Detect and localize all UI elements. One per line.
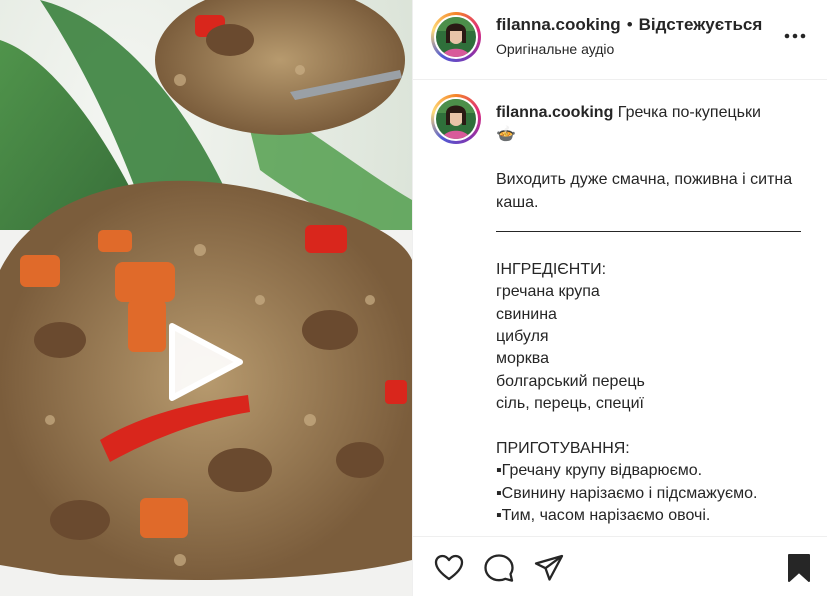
ingredient-item: болгарський перець: [496, 372, 645, 390]
ingredient-item: гречана крупа: [496, 283, 600, 301]
ingredient-item: свинина: [496, 305, 557, 323]
post-panel: filanna.cooking • Відстежується Оригінальн…: [412, 0, 827, 596]
action-bar: [413, 536, 827, 596]
video-frame: [0, 0, 412, 596]
post-video[interactable]: [0, 0, 412, 596]
caption-intro: Виходить дуже смачна, поживна і ситна ка…: [496, 171, 793, 211]
send-icon: [534, 554, 564, 581]
steps-heading: ПРИГОТУВАННЯ:: [496, 439, 630, 457]
ingredient-item: сіль, перець, специї: [496, 395, 644, 413]
more-options-icon: [784, 33, 806, 39]
caption-avatar[interactable]: [431, 94, 481, 144]
caption-text: filanna.cooking Гречка по-купецьки 🍲 Вих…: [496, 102, 801, 528]
following-button[interactable]: Відстежується: [639, 15, 763, 34]
comment-button[interactable]: [483, 552, 515, 584]
header-title-row: filanna.cooking • Відстежується: [496, 15, 762, 35]
comment-icon: [484, 554, 514, 582]
caption-title: Гречка по-купецьки: [617, 104, 761, 121]
play-icon: [169, 323, 243, 401]
caption-username[interactable]: filanna.cooking: [496, 104, 613, 121]
ingredient-item: цибуля: [496, 328, 549, 345]
step-item: ▪Гречану крупу відварюємо.: [496, 462, 703, 480]
header-username[interactable]: filanna.cooking: [496, 15, 621, 34]
caption-divider: ________________________________________…: [496, 216, 801, 234]
ingredients-heading: ІНГРЕДІЄНТИ:: [496, 260, 607, 278]
caption-emoji: 🍲: [496, 126, 516, 144]
share-button[interactable]: [533, 552, 565, 584]
profile-photo: [436, 17, 476, 57]
save-button[interactable]: [783, 552, 815, 584]
ingredient-item: морква: [496, 350, 550, 368]
heart-icon: [434, 554, 464, 581]
profile-photo: [436, 99, 476, 139]
steps-list: ▪Гречану крупу відварюємо. ▪Свинину нарі…: [496, 460, 801, 527]
avatar[interactable]: [431, 12, 481, 62]
like-button[interactable]: [433, 552, 465, 584]
caption-title-line: filanna.cooking Гречка по-купецьки 🍲: [496, 102, 801, 147]
separator-dot: •: [626, 15, 633, 34]
play-button[interactable]: [166, 322, 246, 402]
audio-label[interactable]: Оригінальне аудіо: [496, 41, 614, 57]
bookmark-icon: [788, 554, 810, 582]
ingredients-list: гречана крупа свинина цибуля морква болг…: [496, 281, 801, 415]
post-header: filanna.cooking • Відстежується Оригінальн…: [413, 0, 827, 80]
caption-area: filanna.cooking Гречка по-купецьки 🍲 Вих…: [413, 81, 827, 536]
step-item: ▪Тим, часом нарізаємо овочі.: [496, 507, 711, 525]
step-item: ▪Свинину нарізаємо і підсмажуємо.: [496, 484, 758, 502]
more-options-button[interactable]: [782, 24, 808, 48]
